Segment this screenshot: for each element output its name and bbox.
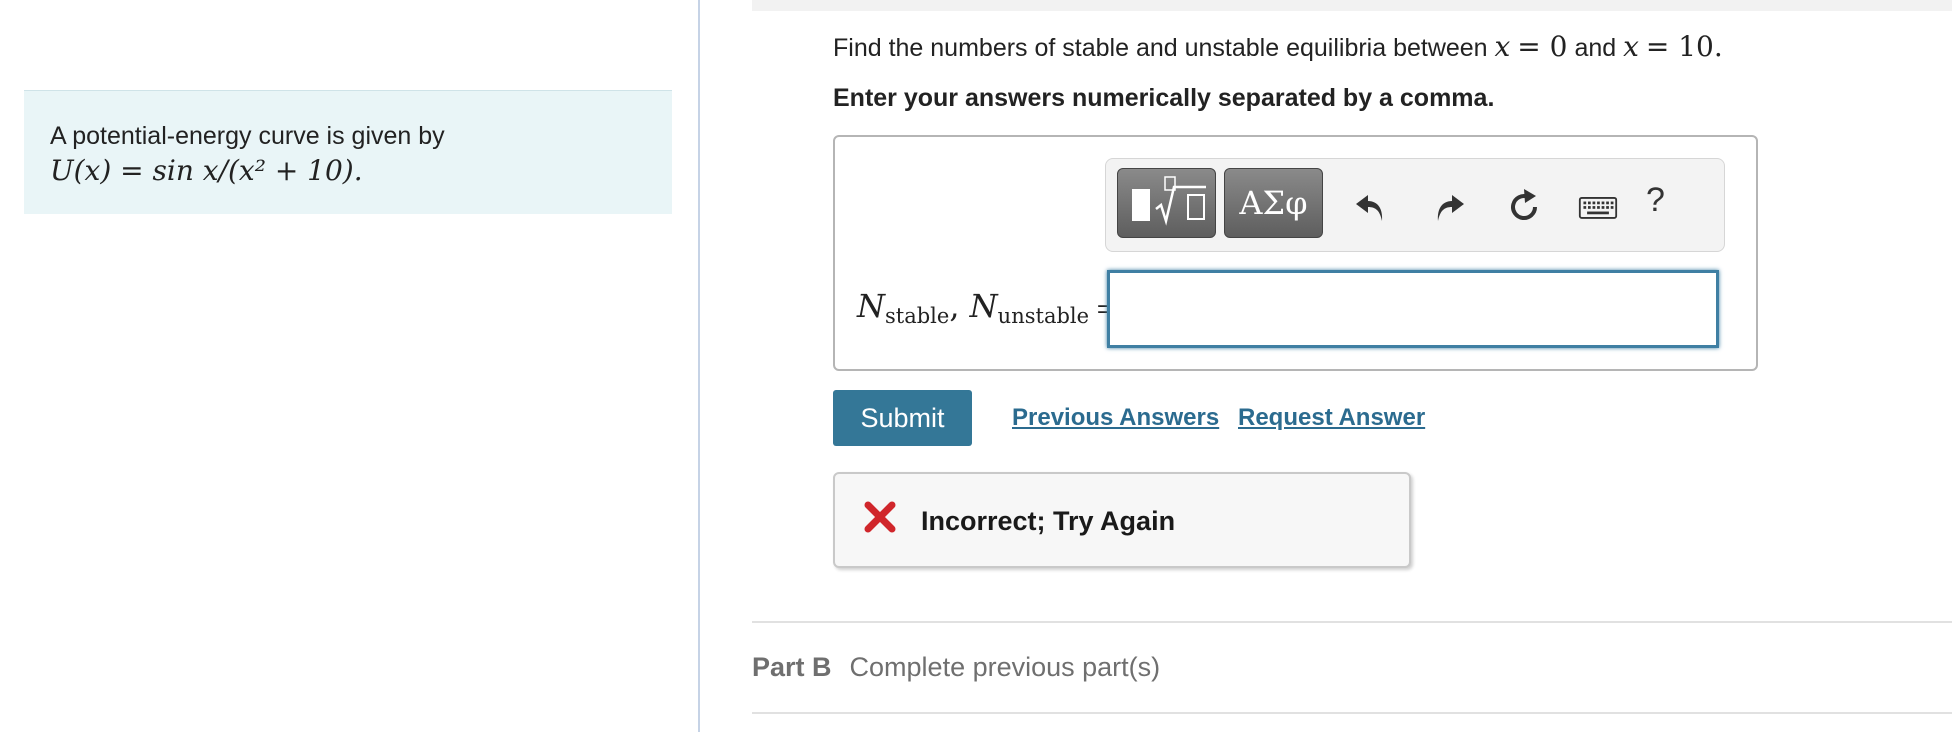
question-value-1: = 0 (1517, 30, 1568, 63)
answer-input[interactable] (1107, 270, 1719, 348)
undo-icon[interactable] (1352, 187, 1392, 227)
request-answer-link[interactable]: Request Answer (1238, 404, 1425, 432)
question-and: and (1574, 34, 1617, 62)
part-header-strip (752, 0, 1952, 11)
feedback-box: Incorrect; Try Again (833, 472, 1411, 568)
question-prefix: Find the numbers of stable and unstable … (833, 34, 1488, 62)
answer-comma: , (949, 287, 960, 325)
section-divider-bottom (752, 712, 1952, 714)
part-b-header[interactable]: Part B Complete previous part(s) (752, 652, 1160, 683)
answer-sub-stable: stable (885, 304, 950, 328)
part-b-status: Complete previous part(s) (849, 652, 1161, 682)
submit-button[interactable]: Submit (833, 390, 972, 446)
symbols-button[interactable]: ΑΣφ (1224, 168, 1323, 238)
answer-sub-unstable: unstable (997, 304, 1090, 328)
incorrect-x-icon (864, 501, 896, 533)
pane-divider[interactable] (698, 0, 700, 732)
templates-icon (1132, 176, 1206, 226)
templates-button[interactable] (1117, 168, 1216, 238)
problem-intro: A potential-energy curve is given by (50, 122, 445, 150)
section-divider (752, 621, 1952, 623)
previous-answers-link[interactable]: Previous Answers (1012, 404, 1219, 432)
answer-panel: ΑΣφ ? Nstable, Nunstable = (833, 135, 1758, 371)
problem-formula: U(x) = sin x/(x² + 10). (50, 154, 363, 187)
question-var-2: x (1623, 30, 1639, 63)
question-var-1: x (1494, 30, 1511, 63)
help-icon[interactable]: ? (1646, 181, 1665, 220)
problem-statement: A potential-energy curve is given by U(x… (24, 90, 672, 214)
answer-var-1: N (857, 287, 885, 325)
question-text: Find the numbers of stable and unstable … (833, 30, 1723, 63)
question-value-2: = 10. (1645, 30, 1723, 63)
redo-icon[interactable] (1428, 187, 1468, 227)
math-toolbar: ΑΣφ ? (1105, 158, 1725, 252)
reset-icon[interactable] (1504, 187, 1544, 227)
keyboard-icon[interactable] (1578, 187, 1622, 227)
answer-instruction: Enter your answers numerically separated… (833, 84, 1495, 112)
feedback-message: Incorrect; Try Again (921, 506, 1176, 536)
answer-var-2: N (969, 287, 998, 325)
part-b-label: Part B (752, 652, 832, 682)
answer-label: Nstable, Nunstable = (857, 287, 1111, 328)
